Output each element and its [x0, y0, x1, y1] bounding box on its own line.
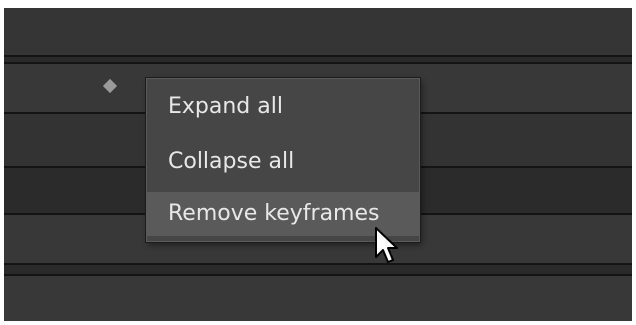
context-menu: Expand all Collapse all Remove keyframes — [146, 78, 420, 242]
timeline-track-row[interactable] — [4, 276, 632, 321]
timeline-panel: Expand all Collapse all Remove keyframes — [4, 8, 632, 321]
timeline-track-row[interactable] — [4, 265, 632, 274]
arrow-pointer-icon — [375, 227, 398, 263]
menu-item-expand-all[interactable]: Expand all — [147, 85, 419, 129]
menu-item-collapse-all[interactable]: Collapse all — [147, 140, 419, 184]
timeline-track-row[interactable] — [4, 8, 632, 55]
